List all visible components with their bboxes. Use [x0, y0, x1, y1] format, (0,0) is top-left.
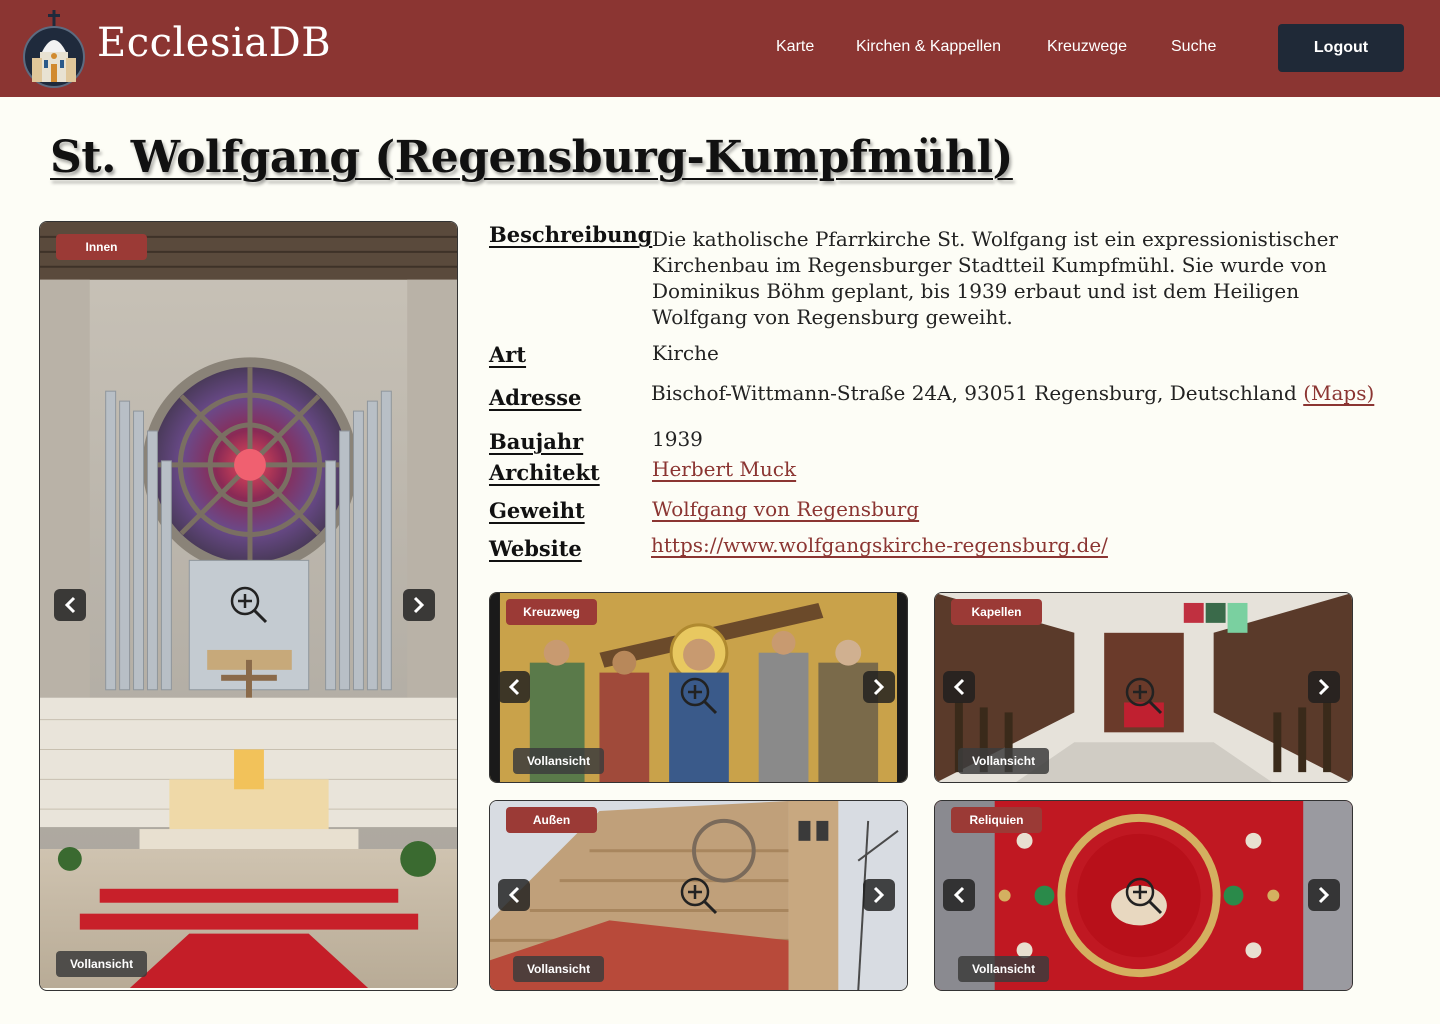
type-label: Art [489, 342, 527, 367]
category-badge: Innen [56, 234, 147, 260]
next-arrow-icon[interactable] [1308, 671, 1340, 703]
year-label: Baujahr [489, 429, 584, 454]
consecrated-value: Wolfgang von Regensburg [652, 496, 919, 522]
previous-arrow-icon[interactable] [943, 671, 975, 703]
previous-arrow-icon[interactable] [943, 879, 975, 911]
next-arrow-icon[interactable] [403, 589, 435, 621]
logout-button[interactable]: Logout [1278, 24, 1404, 72]
consecrated-link[interactable]: Wolfgang von Regensburg [652, 497, 919, 521]
category-badge: Reliquien [951, 807, 1042, 833]
address-value: Bischof-Wittmann-Straße 24A, 93051 Regen… [651, 380, 1374, 406]
gallery-card-reliquien[interactable]: Reliquien Vollansicht [934, 800, 1353, 991]
website-value: https://www.wolfgangskirche-regensburg.d… [651, 532, 1108, 558]
description-text: Die katholische Pfarrkirche St. Wolfgang… [652, 227, 1338, 329]
zoom-in-icon[interactable] [1123, 675, 1165, 717]
previous-arrow-icon[interactable] [54, 589, 86, 621]
main-image-carousel[interactable]: Innen Vollansicht [39, 221, 458, 991]
previous-arrow-icon[interactable] [498, 879, 530, 911]
gallery-card-aussen[interactable]: Außen Vollansicht [489, 800, 908, 991]
gallery-card-kreuzweg[interactable]: Kreuzweg Vollansicht [489, 592, 908, 783]
next-arrow-icon[interactable] [863, 671, 895, 703]
architect-link[interactable]: Herbert Muck [652, 457, 796, 481]
zoom-in-icon[interactable] [228, 584, 270, 626]
nav-karte[interactable]: Karte [776, 38, 814, 56]
top-navbar: EcclesiaDB Karte Kirchen & Kappellen Kre… [0, 0, 1440, 97]
description-label: Beschreibung [489, 222, 653, 247]
architect-value: Herbert Muck [652, 456, 796, 482]
next-arrow-icon[interactable] [863, 879, 895, 911]
nav-kirchen-kappellen[interactable]: Kirchen & Kappellen [856, 38, 1001, 56]
category-badge: Kreuzweg [506, 599, 597, 625]
next-arrow-icon[interactable] [1308, 879, 1340, 911]
nav-suche[interactable]: Suche [1171, 38, 1216, 56]
website-label: Website [489, 536, 582, 561]
architect-label: Architekt [489, 460, 600, 485]
address-label: Adresse [489, 385, 582, 410]
full-view-button[interactable]: Vollansicht [513, 956, 604, 982]
gallery-card-kapellen[interactable]: Kapellen Vollansicht [934, 592, 1353, 783]
type-value: Kirche [652, 341, 719, 365]
full-view-button[interactable]: Vollansicht [513, 748, 604, 774]
year-value: 1939 [652, 427, 703, 451]
zoom-in-icon[interactable] [1123, 875, 1165, 917]
full-view-button[interactable]: Vollansicht [958, 956, 1049, 982]
church-logo-icon[interactable] [22, 8, 86, 88]
category-badge: Kapellen [951, 599, 1042, 625]
brand-name[interactable]: EcclesiaDB [97, 20, 331, 66]
full-view-button[interactable]: Vollansicht [56, 951, 147, 977]
nav-kreuzwege[interactable]: Kreuzwege [1047, 38, 1127, 56]
website-link[interactable]: https://www.wolfgangskirche-regensburg.d… [651, 533, 1108, 557]
zoom-in-icon[interactable] [678, 875, 720, 917]
address-text: Bischof-Wittmann-Straße 24A, 93051 Regen… [651, 381, 1297, 405]
zoom-in-icon[interactable] [678, 675, 720, 717]
previous-arrow-icon[interactable] [498, 671, 530, 703]
maps-link[interactable]: (Maps) [1303, 381, 1374, 405]
category-badge: Außen [506, 807, 597, 833]
page-title: St. Wolfgang (Regensburg-Kumpfmühl) [50, 132, 1013, 183]
full-view-button[interactable]: Vollansicht [958, 748, 1049, 774]
consecrated-label: Geweiht [489, 498, 585, 523]
